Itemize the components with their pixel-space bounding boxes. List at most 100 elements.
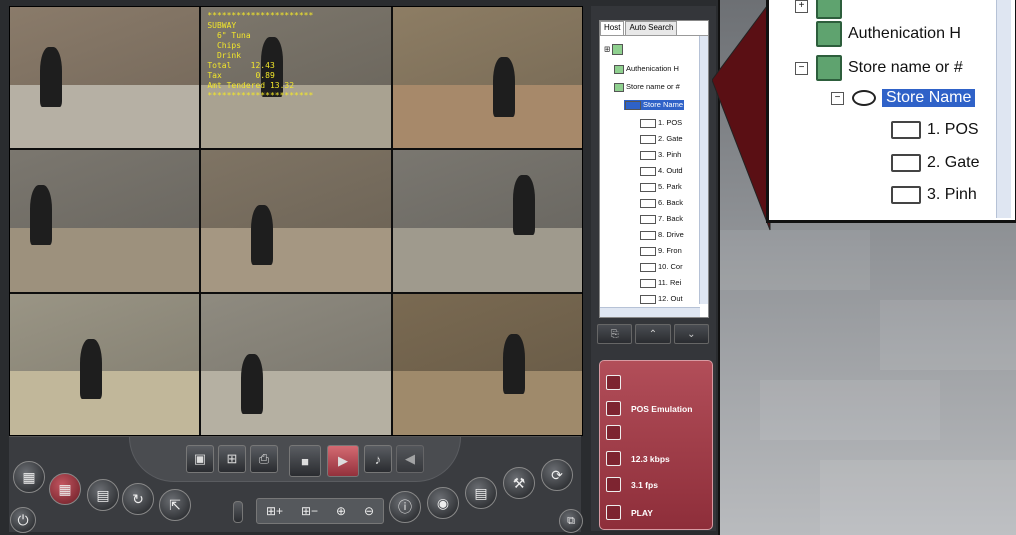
person-figure (512, 175, 535, 236)
group-folder-icon (614, 82, 624, 92)
camera-icon (640, 182, 656, 192)
tree-node-label: 4. Outd (658, 166, 683, 175)
collapse-toggle[interactable]: − (795, 61, 808, 75)
tree-node[interactable]: 7. Back (640, 214, 683, 224)
tree-node-label: 10. Cor (658, 262, 683, 271)
refresh-icon[interactable]: ⟳ (541, 459, 573, 491)
tree-node[interactable]: 4. Outd (640, 166, 683, 176)
tree-node[interactable]: 12. Out (640, 294, 683, 304)
callout-node-label: 1. POS (927, 121, 979, 138)
layout-16-icon[interactable]: ▤ (87, 479, 119, 511)
camera-tile[interactable]: ********************** SUBWAY 6" Tuna Ch… (201, 7, 391, 149)
person-figure (502, 333, 525, 394)
tree-node[interactable]: Store Name (624, 100, 685, 110)
webcam-icon[interactable]: ◉ (427, 487, 459, 519)
layout-4-icon[interactable]: ▦ (13, 461, 45, 493)
camera-tile[interactable] (10, 293, 200, 435)
collapse-toggle[interactable]: − (831, 91, 844, 105)
camera-tile[interactable] (392, 293, 582, 435)
camera-icon (640, 214, 656, 224)
tree-node[interactable]: 9. Fron (640, 246, 682, 256)
group-folder-icon (816, 55, 842, 81)
tree-node[interactable]: 2. Gate (640, 134, 683, 144)
camera-tile[interactable] (10, 150, 200, 292)
fullscreen-button[interactable]: ⊞ (218, 445, 246, 473)
settings-wrench-icon[interactable]: ⚒ (503, 467, 535, 499)
pos-overlay-text: ********************** SUBWAY 6" Tuna Ch… (207, 11, 314, 100)
zoom-in-icon[interactable]: ⊕ (336, 504, 346, 518)
zoom-bar: ⊞+ ⊞− ⊕ ⊖ (256, 498, 384, 524)
tab-host[interactable]: Host (600, 21, 625, 35)
tree-node[interactable]: 10. Cor (640, 262, 683, 272)
tree-vertical-scrollbar[interactable] (699, 36, 708, 304)
callout-tree-node[interactable]: − Store name or # (795, 55, 963, 81)
device-tree-panel: Host Auto Search ⊞ Authenication H Store … (599, 20, 709, 318)
stop-button[interactable]: ■ (289, 445, 321, 477)
zoom-out-icon[interactable]: ⊖ (364, 504, 374, 518)
fps-icon (606, 477, 621, 492)
callout-tree-node[interactable]: 3. Pinh (891, 186, 977, 204)
down-arrow-icon[interactable]: ⌄ (673, 324, 709, 344)
info-icon[interactable]: ⓘ (389, 491, 421, 523)
callout-tree-node[interactable]: 1. POS (891, 121, 979, 139)
disk-icon (606, 425, 621, 440)
tree-node-label: 2. Gate (658, 134, 683, 143)
tree-node-label: Store Name (643, 100, 684, 109)
tree-node[interactable]: 1. POS (640, 118, 682, 128)
tree-node[interactable]: Authenication H (614, 64, 679, 74)
tree-node-label: Store name or # (626, 82, 680, 91)
tab-auto-search[interactable]: Auto Search (625, 21, 678, 35)
camera-icon (640, 246, 656, 256)
record-button[interactable]: ⎙ (250, 445, 278, 473)
power-icon[interactable]: ⏻ (10, 507, 36, 533)
tree-node[interactable]: 8. Drive (640, 230, 684, 240)
ptz-handle[interactable] (233, 501, 243, 523)
audio-button[interactable]: ♪ (364, 445, 392, 473)
zoom-in-grid-icon[interactable]: ⊞+ (266, 504, 283, 518)
zoom-out-grid-icon[interactable]: ⊞− (301, 504, 318, 518)
side-toolbar: ⎘ ⌃ ⌄ (597, 324, 709, 344)
up-arrow-icon[interactable]: ⌃ (635, 324, 671, 344)
tree-root-icon[interactable]: ⊞ (604, 44, 625, 55)
tree-node[interactable]: 6. Back (640, 198, 683, 208)
tree-node[interactable]: 11. Rei (640, 278, 681, 288)
callout-scrollbar (996, 0, 1011, 218)
popout-icon[interactable]: ⇱ (159, 489, 191, 521)
callout-tree-node[interactable]: 2. Gate (891, 154, 979, 172)
tree-node-icon (816, 0, 842, 19)
camera-floor (10, 84, 200, 149)
speaker-button[interactable]: ◀ (396, 445, 424, 473)
callout-node-label: Store Name (882, 89, 976, 107)
tree-node[interactable]: 5. Park (640, 182, 682, 192)
rotate-icon[interactable]: ↻ (122, 483, 154, 515)
callout-node-label: 3. Pinh (927, 186, 977, 203)
tree-node[interactable]: 3. Pinh (640, 150, 681, 160)
camera-tile[interactable] (201, 293, 391, 435)
tree-node[interactable]: Store name or # (614, 82, 680, 92)
play-button[interactable]: ▶ (327, 445, 359, 477)
person-figure (40, 47, 62, 107)
eye-icon (625, 100, 641, 110)
tree-node-label: 3. Pinh (658, 150, 682, 159)
camera-icon (891, 154, 921, 172)
status-panel: POS Emulation 12.3 kbps 3.1 fps PLAY (599, 360, 713, 530)
camera-floor (201, 228, 391, 292)
person-figure (251, 205, 274, 266)
camera-tile[interactable] (201, 150, 391, 292)
camera-tile[interactable] (392, 150, 582, 292)
layout-9-icon[interactable]: ▦ (49, 473, 81, 505)
callout-arrow (712, 0, 771, 231)
network-icon[interactable]: ⧉ (559, 509, 583, 533)
document-icon[interactable]: ▤ (465, 477, 497, 509)
callout-tree-node[interactable]: − Store Name (831, 89, 976, 107)
camera-tile[interactable] (392, 7, 582, 149)
background-tile (760, 380, 940, 440)
group-icon[interactable]: ⎘ (597, 324, 633, 344)
snapshot-button[interactable]: ▣ (186, 445, 214, 473)
callout-tree-node[interactable]: Authenication H (795, 21, 961, 47)
device-tree: ⊞ Authenication H Store name or # Store Na… (600, 35, 708, 304)
person-figure (80, 338, 102, 399)
device-icon (606, 375, 621, 390)
camera-tile[interactable] (10, 7, 200, 149)
tree-horizontal-scrollbar[interactable] (600, 307, 700, 317)
